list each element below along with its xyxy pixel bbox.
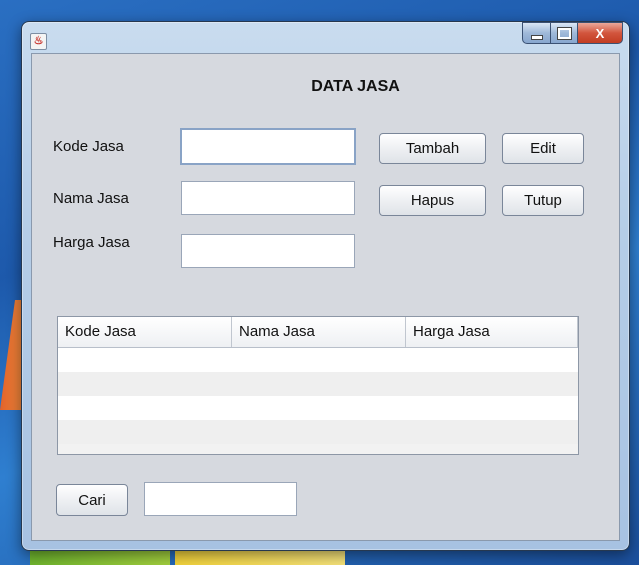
title-bar[interactable]: ♨ X: [22, 22, 629, 54]
kode-jasa-field[interactable]: [180, 128, 356, 165]
table-row[interactable]: [58, 348, 578, 372]
java-cup-icon: ♨: [30, 33, 47, 50]
maximize-icon: [556, 26, 572, 40]
hapus-button[interactable]: Hapus: [379, 185, 486, 216]
column-header-kode-jasa[interactable]: Kode Jasa: [58, 317, 232, 347]
table-row[interactable]: [58, 396, 578, 420]
cari-button[interactable]: Cari: [56, 484, 128, 516]
tambah-button[interactable]: Tambah: [379, 133, 486, 164]
nama-jasa-label: Nama Jasa: [53, 190, 129, 207]
tutup-button[interactable]: Tutup: [502, 185, 584, 216]
column-header-nama-jasa[interactable]: Nama Jasa: [232, 317, 406, 347]
close-icon: X: [595, 25, 605, 41]
table-row[interactable]: [58, 372, 578, 396]
page-title: DATA JASA: [311, 78, 400, 95]
jasa-table[interactable]: Kode Jasa Nama Jasa Harga Jasa: [57, 316, 579, 455]
form-panel: DATA JASA Kode Jasa Nama Jasa Harga Jasa…: [31, 53, 620, 541]
nama-jasa-input[interactable]: [182, 182, 354, 214]
column-header-harga-jasa[interactable]: Harga Jasa: [406, 317, 578, 347]
close-button[interactable]: X: [578, 22, 623, 44]
harga-jasa-input[interactable]: [182, 235, 354, 267]
app-window: ♨ X DATA JASA Kode Jasa Nama Jasa Harga …: [21, 21, 630, 551]
minimize-button[interactable]: [522, 22, 551, 44]
kode-jasa-label: Kode Jasa: [53, 138, 124, 155]
search-field[interactable]: [144, 482, 297, 516]
nama-jasa-field[interactable]: [181, 181, 355, 215]
edit-button[interactable]: Edit: [502, 133, 584, 164]
table-row[interactable]: [58, 420, 578, 444]
table-header: Kode Jasa Nama Jasa Harga Jasa: [58, 317, 578, 348]
maximize-button[interactable]: [551, 22, 578, 44]
window-controls: X: [522, 22, 623, 44]
kode-jasa-input[interactable]: [182, 130, 354, 163]
harga-jasa-field[interactable]: [181, 234, 355, 268]
harga-jasa-label: Harga Jasa: [53, 234, 130, 251]
minimize-icon: [530, 34, 543, 40]
search-input[interactable]: [145, 483, 296, 515]
